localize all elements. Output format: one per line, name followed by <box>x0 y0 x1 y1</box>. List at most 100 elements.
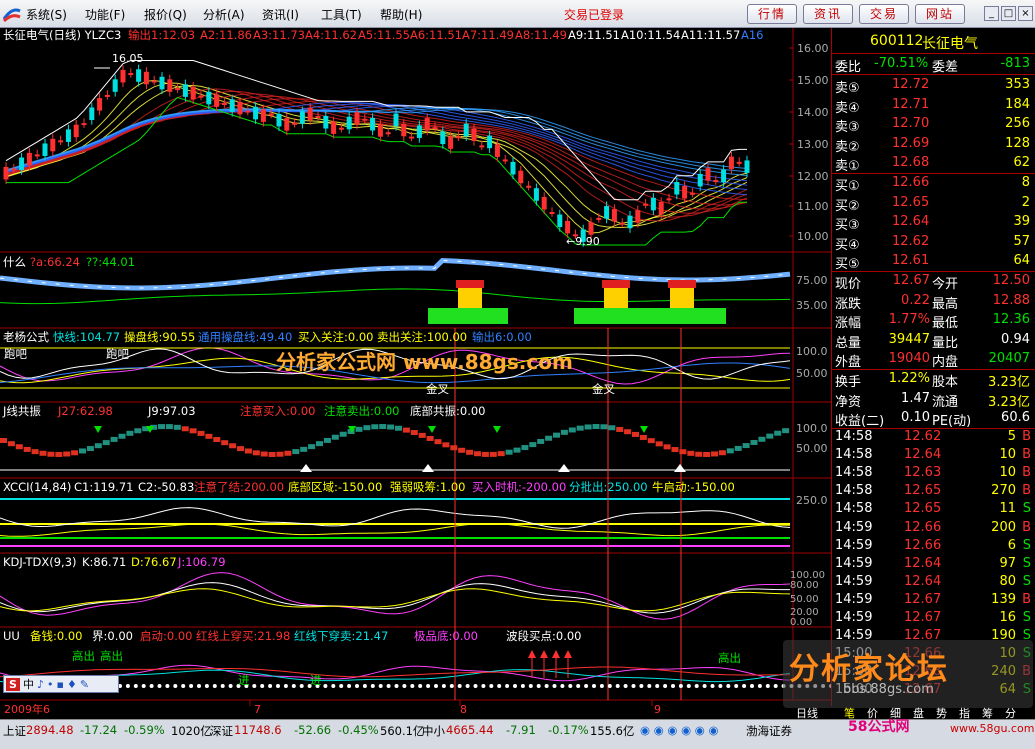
ind6-dot <box>157 684 162 688</box>
ind6-dot <box>220 684 225 688</box>
stat-row: 外盘 19040 内盘 20407 <box>832 350 1035 370</box>
brand-url: www.58gu.com <box>950 722 1035 735</box>
order-price: 12.69 <box>892 135 930 151</box>
ind3-block <box>47 451 55 457</box>
menu-info[interactable]: 资讯(I) <box>262 6 321 23</box>
stock-name: 长征电气 <box>922 36 978 52</box>
sell-level-11: A11:11.57 <box>681 28 741 42</box>
ime-keyboard-icon[interactable]: ▪ <box>57 678 64 691</box>
menu-system[interactable]: 系统(S) <box>26 6 85 23</box>
ind3-block <box>718 450 726 456</box>
menu-quote[interactable]: 报价(Q) <box>144 6 203 23</box>
website-button[interactable]: 网站 <box>915 4 965 24</box>
maximize-button[interactable]: □ <box>1001 6 1016 21</box>
candle-body <box>674 182 680 195</box>
tick-time: 14:59 <box>835 555 873 571</box>
order-label: 买② <box>835 198 860 214</box>
ind4-buy-time: 买入时机:-200.00 <box>472 480 567 494</box>
ind3-block <box>442 442 450 448</box>
ind3-block <box>197 430 205 436</box>
tick-time: 14:58 <box>835 447 873 463</box>
candle-body <box>42 143 48 156</box>
ime-s-icon[interactable]: S <box>6 677 20 691</box>
ind6-dot <box>418 684 423 688</box>
ind4-title: XCCI(14,84) <box>3 480 72 494</box>
ind3-j9: J9:97.03 <box>148 404 196 418</box>
tick-direction: B <box>1022 519 1031 535</box>
ind2-tick-50: 50.00 <box>796 367 828 380</box>
order-label: 卖④ <box>835 100 860 116</box>
ime-toolbar[interactable]: S 中 ♪ • ▪ ♦ ✎ <box>3 675 119 693</box>
menu-help[interactable]: 帮助(H) <box>380 6 439 23</box>
ind2-run-label-2: 跑吧 <box>106 347 129 361</box>
candle-body <box>346 116 352 130</box>
trade-button[interactable]: 交易 <box>859 4 909 24</box>
ind3-block <box>102 440 110 446</box>
market-button[interactable]: 行情 <box>747 4 797 24</box>
menu-analysis[interactable]: 分析(A) <box>203 6 262 23</box>
order-label: 卖① <box>835 159 860 175</box>
sz-amount: 560.1亿 <box>380 724 425 738</box>
ind3-block <box>213 436 221 442</box>
ind1-red-cap <box>456 280 484 288</box>
candle-body <box>315 115 321 118</box>
ind6-dot <box>568 684 573 688</box>
ime-chinese-icon[interactable]: 中 <box>23 676 34 692</box>
ind3-block <box>331 434 339 440</box>
ind3-block <box>703 451 711 457</box>
ind3-block <box>371 424 379 430</box>
stat-value: 12.88 <box>992 292 1030 308</box>
stat-value: 1.47 <box>901 390 930 406</box>
ind6-dot <box>726 684 731 688</box>
stat-label: 量比 <box>932 335 959 351</box>
ind3-block <box>560 429 568 435</box>
ind6-swing-buy: 波段买点:0.00 <box>506 629 582 643</box>
ind4-tick-250: 250.0 <box>796 494 828 507</box>
ime-skin-icon[interactable]: ♦ <box>67 678 77 691</box>
news-button[interactable]: 资讯 <box>803 4 853 24</box>
ind6-bound: 界:0.00 <box>92 629 133 643</box>
ind6-dot <box>584 684 589 688</box>
tick-row: 14:59 12.66 200 B <box>832 519 1035 537</box>
ime-moon-icon[interactable]: ♪ <box>37 678 44 691</box>
ime-punct-icon[interactable]: • <box>47 678 54 691</box>
menu-tools[interactable]: 工具(T) <box>321 6 380 23</box>
candle-body <box>182 84 188 97</box>
menu-function[interactable]: 功能(F) <box>85 6 144 23</box>
order-volume: 256 <box>1005 116 1030 132</box>
candle-body <box>354 112 360 125</box>
ime-tool-icon[interactable]: ✎ <box>80 678 89 691</box>
close-button[interactable]: × <box>1018 6 1033 21</box>
ind3-block <box>481 451 489 457</box>
tick-volume: 6 <box>1007 537 1016 553</box>
ind6-dot <box>331 684 336 688</box>
ind3-block <box>608 425 616 431</box>
candle-body <box>284 118 290 131</box>
candle-body <box>526 185 532 188</box>
ind6-dot <box>197 684 201 688</box>
ind3-block <box>86 446 94 452</box>
down-arrow-icon <box>493 426 501 433</box>
candle-body <box>728 156 734 170</box>
stat-label: 收益(二) <box>835 414 885 430</box>
candle-body <box>65 129 71 142</box>
ind3-block <box>355 426 363 432</box>
candle-body <box>159 76 165 90</box>
up-triangle-icon <box>422 464 434 472</box>
ind6-dot <box>481 684 486 688</box>
ind3-block <box>647 438 655 444</box>
ind3-block <box>758 436 766 442</box>
order-volume: 8 <box>1021 175 1030 190</box>
ind3-block <box>292 449 300 455</box>
ind6-dot <box>473 684 478 688</box>
candle-body <box>705 168 711 181</box>
chart-area[interactable]: 长征电气(日线) YLZC3 输出1:12.03 A2:11.86 A3:11.… <box>0 28 831 716</box>
ind3-block <box>229 443 237 449</box>
price-tick: 14.00 <box>797 106 829 119</box>
ind5-k: K:86.71 <box>82 555 127 569</box>
stat-value: 1.22% <box>888 371 930 386</box>
order-buy-row: 买④ 12.62 57 <box>832 233 1035 253</box>
candle-body <box>627 215 633 229</box>
ind6-dot <box>141 684 146 688</box>
minimize-button[interactable]: _ <box>984 6 999 21</box>
